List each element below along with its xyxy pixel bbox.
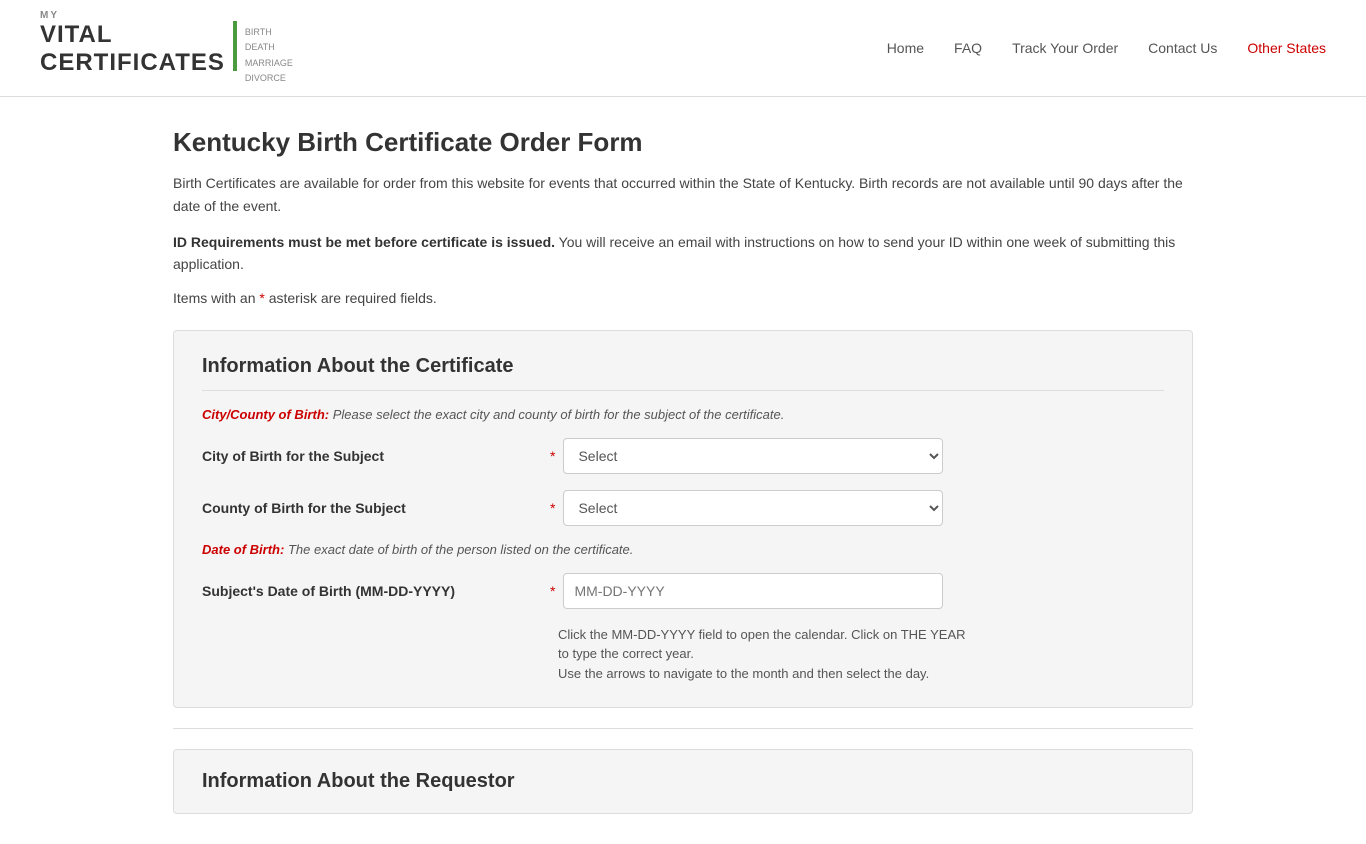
form-section-requestor: Information About the Requestor bbox=[173, 749, 1193, 814]
county-birth-row: County of Birth for the Subject * Select bbox=[202, 490, 1164, 526]
dob-label: Date of Birth: bbox=[202, 542, 284, 557]
logo-vital-cert: VITAL CERTIFICATES bbox=[40, 21, 225, 77]
city-birth-row: City of Birth for the Subject * Select bbox=[202, 438, 1164, 474]
page-description: Birth Certificates are available for ord… bbox=[173, 172, 1193, 217]
nav-faq[interactable]: FAQ bbox=[954, 40, 982, 56]
logo-certificates-text: CERTIFICATES bbox=[40, 49, 225, 77]
section1-title: Information About the Certificate bbox=[202, 355, 1164, 391]
logo: MY VITAL CERTIFICATES BIRTH DEATH MARRIA… bbox=[40, 10, 293, 86]
id-requirements: ID Requirements must be met before certi… bbox=[173, 231, 1193, 276]
main-content: Kentucky Birth Certificate Order Form Bi… bbox=[133, 127, 1233, 814]
header: MY VITAL CERTIFICATES BIRTH DEATH MARRIA… bbox=[0, 0, 1366, 97]
nav-other-states[interactable]: Other States bbox=[1247, 40, 1326, 56]
section-divider bbox=[173, 728, 1193, 729]
nav-track-order[interactable]: Track Your Order bbox=[1012, 40, 1118, 56]
dob-required-star: * bbox=[550, 583, 555, 599]
dob-helper: Click the MM-DD-YYYY field to open the c… bbox=[558, 625, 978, 684]
logo-my: MY bbox=[40, 10, 293, 21]
logo-text-block: MY VITAL CERTIFICATES BIRTH DEATH MARRIA… bbox=[40, 10, 293, 86]
city-county-label: City/County of Birth: bbox=[202, 407, 329, 422]
dob-helper1: Click the MM-DD-YYYY field to open the c… bbox=[558, 627, 966, 662]
section2-title: Information About the Requestor bbox=[202, 770, 1164, 793]
logo-divider bbox=[233, 21, 237, 71]
nav-contact-us[interactable]: Contact Us bbox=[1148, 40, 1217, 56]
dob-input[interactable] bbox=[563, 573, 943, 609]
logo-subtitle: BIRTH DEATH MARRIAGE DIVORCE bbox=[245, 21, 293, 86]
main-nav: Home FAQ Track Your Order Contact Us Oth… bbox=[887, 40, 1326, 56]
dob-helper2: Use the arrows to navigate to the month … bbox=[558, 666, 929, 681]
dob-note-text: The exact date of birth of the person li… bbox=[288, 542, 633, 557]
city-required-star: * bbox=[550, 448, 555, 464]
required-note-before: Items with an bbox=[173, 290, 259, 306]
city-field-label: City of Birth for the Subject bbox=[202, 448, 542, 464]
dob-note: Date of Birth: The exact date of birth o… bbox=[202, 542, 1164, 557]
required-note: Items with an * asterisk are required fi… bbox=[173, 290, 1193, 306]
city-county-note: City/County of Birth: Please select the … bbox=[202, 407, 1164, 422]
county-required-star: * bbox=[550, 500, 555, 516]
id-req-bold: ID Requirements must be met before certi… bbox=[173, 234, 555, 250]
form-section-certificate: Information About the Certificate City/C… bbox=[173, 330, 1193, 709]
logo-vital-text: VITAL bbox=[40, 21, 113, 48]
required-note-after: asterisk are required fields. bbox=[265, 290, 437, 306]
city-county-note-text: Please select the exact city and county … bbox=[333, 407, 785, 422]
city-birth-select[interactable]: Select bbox=[563, 438, 943, 474]
nav-home[interactable]: Home bbox=[887, 40, 924, 56]
dob-row: Subject's Date of Birth (MM-DD-YYYY) * bbox=[202, 573, 1164, 609]
county-birth-select[interactable]: Select bbox=[563, 490, 943, 526]
dob-field-label: Subject's Date of Birth (MM-DD-YYYY) bbox=[202, 583, 542, 599]
county-field-label: County of Birth for the Subject bbox=[202, 500, 542, 516]
page-title: Kentucky Birth Certificate Order Form bbox=[173, 127, 1193, 158]
